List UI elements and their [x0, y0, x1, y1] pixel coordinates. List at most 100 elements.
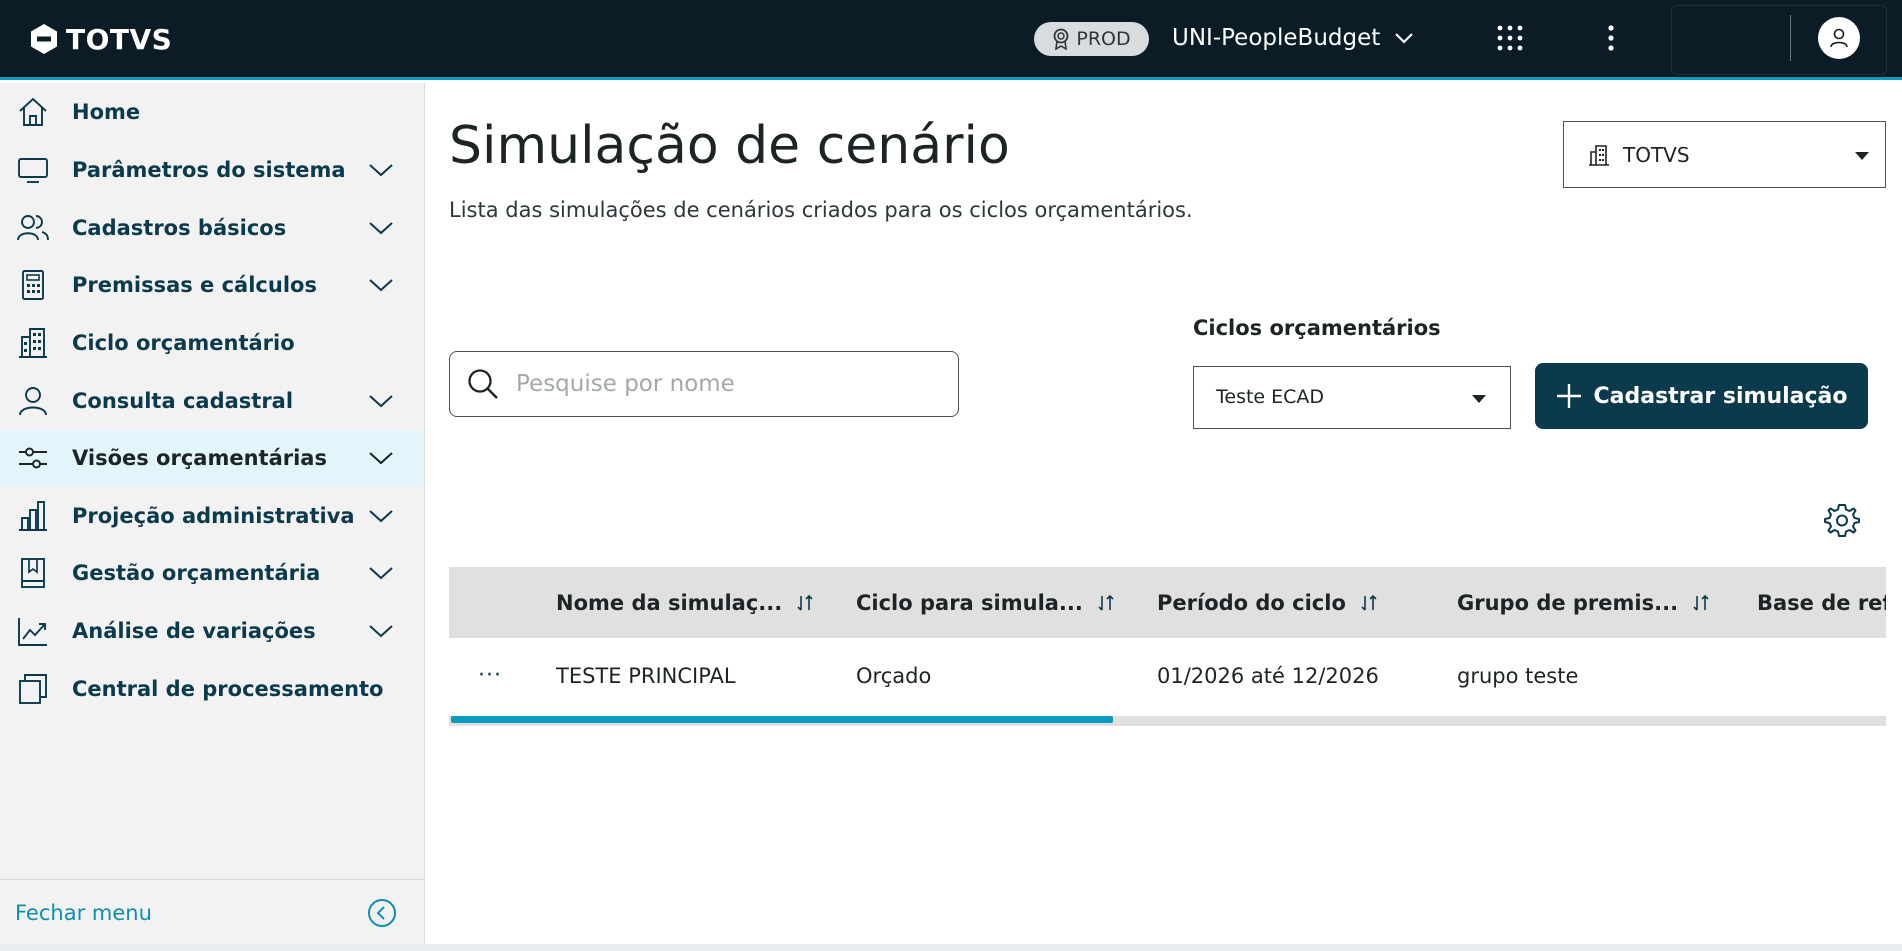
environment-label: PROD	[1076, 28, 1131, 50]
user-icon	[1830, 28, 1848, 48]
chevron-down-icon	[1395, 33, 1414, 44]
caret-down-icon	[1472, 395, 1486, 403]
add-simulation-button[interactable]: Cadastrar simulação	[1535, 363, 1868, 429]
horizontal-scrollbar-thumb[interactable]	[451, 716, 1113, 723]
column-header-base[interactable]: Base de ref	[1757, 567, 1886, 638]
sidebar-item-label: Análise de variações	[72, 619, 316, 643]
company-select-value: TOTVS	[1623, 142, 1690, 167]
chevron-down-icon[interactable]	[366, 501, 396, 531]
sidebar-item-cadastros[interactable]: Cadastros básicos	[0, 200, 424, 256]
plus-icon	[1557, 384, 1582, 408]
sidebar-item-gestao[interactable]: Gestão orçamentária	[0, 545, 424, 601]
sidebar-item-analise[interactable]: Análise de variações	[0, 603, 424, 659]
sidebar-item-projecao[interactable]: Projeção administrativa	[0, 488, 424, 544]
profile-divider	[1790, 15, 1791, 61]
gear-icon[interactable]	[1824, 502, 1860, 538]
monitor-icon	[16, 153, 50, 187]
sidebar-item-premissas[interactable]: Premissas e cálculos	[0, 257, 424, 313]
chevron-down-icon[interactable]	[366, 558, 396, 588]
sidebar-item-central[interactable]: Central de processamento	[0, 661, 424, 717]
sidebar-item-consulta[interactable]: Consulta cadastral	[0, 373, 424, 429]
sidebar-item-label: Premissas e cálculos	[72, 273, 317, 297]
column-header-label: Ciclo para simula...	[856, 590, 1083, 615]
app-name-label: UNI-PeopleBudget	[1172, 25, 1381, 51]
page-title: Simulação de cenário	[449, 116, 1010, 176]
close-menu-label[interactable]: Fechar menu	[15, 901, 152, 925]
column-header-label: Grupo de premis...	[1457, 590, 1679, 615]
users-icon	[16, 211, 50, 245]
chevron-down-icon[interactable]	[366, 616, 396, 646]
column-header-label: Período do ciclo	[1157, 590, 1346, 615]
bottom-edge	[0, 944, 1902, 951]
cycle-select-value: Teste ECAD	[1216, 386, 1325, 408]
totvs-logo-icon	[31, 24, 57, 54]
search-box[interactable]	[449, 351, 959, 417]
chevron-down-icon[interactable]	[366, 155, 396, 185]
sort-icon[interactable]	[1692, 594, 1710, 612]
chevron-down-icon[interactable]	[366, 443, 396, 473]
collapse-menu-icon[interactable]	[367, 898, 397, 928]
row-actions-button[interactable]: ···	[473, 660, 507, 690]
sidebar-item-label: Gestão orçamentária	[72, 561, 321, 585]
sort-icon[interactable]	[1097, 594, 1115, 612]
search-input[interactable]	[516, 364, 936, 404]
table-cell: grupo teste	[1457, 664, 1579, 688]
top-bar: TOTVS PROD UNI-PeopleBudget	[0, 0, 1902, 80]
badge-icon	[1053, 28, 1069, 50]
copy-icon	[16, 672, 50, 706]
sort-icon[interactable]	[796, 594, 814, 612]
company-select[interactable]: TOTVS	[1563, 121, 1886, 188]
table-row: ··· TESTE PRINCIPAL Orçado 01/2026 até 1…	[449, 638, 1886, 714]
avatar[interactable]	[1818, 17, 1860, 59]
column-header-grupo[interactable]: Grupo de premis...	[1457, 567, 1710, 638]
home-icon	[16, 95, 50, 129]
column-header-ciclo[interactable]: Ciclo para simula...	[856, 567, 1115, 638]
sidebar-item-label: Consulta cadastral	[72, 389, 294, 413]
cycle-select-label: Ciclos orçamentários	[1193, 316, 1441, 340]
add-simulation-label: Cadastrar simulação	[1593, 383, 1848, 409]
bookmark-icon	[16, 556, 50, 590]
sliders-icon	[16, 441, 50, 475]
chevron-down-icon[interactable]	[366, 386, 396, 416]
column-header-nome[interactable]: Nome da simulaç...	[556, 567, 814, 638]
sidebar-item-home[interactable]: Home	[0, 84, 424, 140]
caret-down-icon	[1855, 152, 1869, 160]
sidebar-item-visoes[interactable]: Visões orçamentárias	[0, 430, 424, 486]
table-cell: Orçado	[856, 664, 932, 688]
building-icon	[1589, 145, 1609, 166]
bar-chart-icon	[16, 499, 50, 533]
environment-badge: PROD	[1034, 22, 1149, 56]
sidebar-footer[interactable]: Fechar menu	[0, 879, 424, 945]
building-icon	[16, 326, 50, 360]
cycle-select[interactable]: Teste ECAD	[1193, 366, 1511, 429]
sidebar-item-label: Ciclo orçamentário	[72, 331, 295, 355]
sidebar-item-label: Visões orçamentárias	[72, 446, 327, 470]
table-header: Nome da simulaç... Ciclo para simula... …	[449, 567, 1886, 638]
app-selector[interactable]: UNI-PeopleBudget	[1172, 18, 1414, 58]
kebab-menu-icon[interactable]	[1596, 20, 1626, 56]
table-cell: 01/2026 até 12/2026	[1157, 664, 1379, 688]
calculator-icon	[16, 268, 50, 302]
sort-icon[interactable]	[1360, 594, 1378, 612]
table-cell: TESTE PRINCIPAL	[556, 664, 736, 688]
sidebar-item-label: Home	[72, 100, 141, 124]
sidebar: Home Parâmetros do sistema Cadastros bás…	[0, 83, 425, 945]
search-icon	[468, 369, 498, 399]
column-header-periodo[interactable]: Período do ciclo	[1157, 567, 1378, 638]
sidebar-item-label: Projeção administrativa	[72, 504, 355, 528]
brand-logo[interactable]: TOTVS	[28, 19, 172, 59]
apps-grid-icon[interactable]	[1492, 20, 1528, 56]
page-subtitle: Lista das simulações de cenários criados…	[449, 198, 1193, 222]
sidebar-item-parametros[interactable]: Parâmetros do sistema	[0, 142, 424, 198]
user-icon	[16, 384, 50, 418]
sidebar-item-label: Central de processamento	[72, 677, 384, 701]
trend-icon	[16, 614, 50, 648]
sidebar-item-label: Parâmetros do sistema	[72, 158, 346, 182]
chevron-down-icon[interactable]	[366, 270, 396, 300]
brand-name: TOTVS	[66, 22, 173, 56]
chevron-down-icon[interactable]	[366, 213, 396, 243]
column-header-label: Base de ref	[1757, 590, 1886, 615]
sidebar-item-ciclo[interactable]: Ciclo orçamentário	[0, 315, 424, 371]
simulations-table: Nome da simulaç... Ciclo para simula... …	[449, 567, 1886, 727]
sidebar-item-label: Cadastros básicos	[72, 216, 287, 240]
